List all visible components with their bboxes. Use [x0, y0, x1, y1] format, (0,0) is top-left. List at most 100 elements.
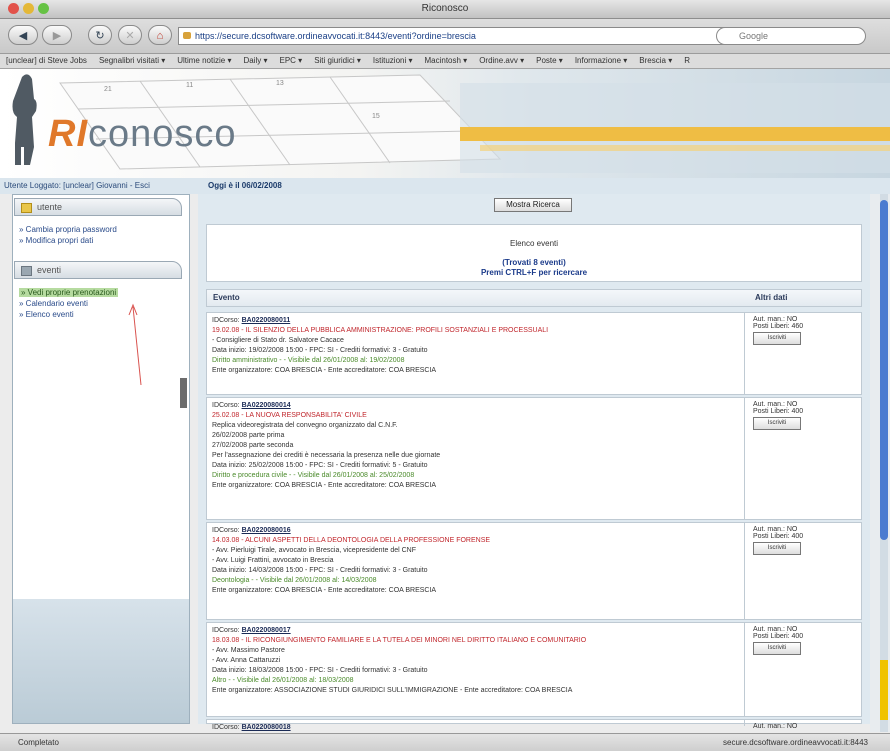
- event-detail-line: - Consigliere di Stato dr. Salvatore Cac…: [212, 337, 344, 344]
- forward-button[interactable]: ▶: [42, 25, 72, 45]
- bookmark-item[interactable]: Macintosh ▾: [418, 54, 473, 68]
- events-table-header: Evento Altri dati: [206, 289, 862, 307]
- column-header-other: Altri dati: [755, 293, 788, 302]
- column-header-event: Evento: [213, 293, 240, 302]
- event-organizer-line: Ente organizzatore: COA BRESCIA - Ente a…: [212, 482, 437, 489]
- bookmark-item[interactable]: Siti giuridici ▾: [308, 54, 367, 68]
- status-bar: Completato secure.dcsoftware.ordineavvoc…: [0, 733, 890, 751]
- bookmark-item[interactable]: EPC ▾: [274, 54, 309, 68]
- event-other-data-line: Aut. man.: NO: [753, 526, 798, 533]
- stop-button[interactable]: ✕: [118, 25, 142, 45]
- reload-icon: ↻: [95, 30, 105, 42]
- event-detail-cell: IDCorso: BA0220080018: [207, 720, 745, 731]
- event-id-label: IDCorso:: [212, 317, 240, 324]
- event-other-data-cell: Aut. man.: NO Posti Liberi: 400 Iscriviti: [747, 523, 861, 619]
- info-hint: Premi CTRL+F per ricercare: [480, 268, 588, 277]
- event-other-data-line: Aut. man.: NO: [753, 316, 798, 323]
- event-other-data-cell: Aut. man.: NO Posti Liberi: 400 Iscriviti: [747, 398, 861, 519]
- event-detail-cell: IDCorso: BA0220080011 19.02.08 - IL SILEN…: [207, 313, 745, 394]
- bookmark-item[interactable]: Segnalibri visitati ▾: [93, 54, 171, 68]
- event-id-link[interactable]: BA0220080011: [242, 317, 291, 324]
- event-detail-line: Replica videoregistrata del convegno org…: [212, 422, 398, 429]
- info-title: Elenco eventi: [509, 239, 559, 248]
- event-other-data-cell: Aut. man.: NO: [747, 720, 861, 730]
- event-id-link[interactable]: BA0220080016: [242, 527, 291, 534]
- event-subject-line: Diritto amministrativo - - Visibile dal …: [212, 357, 405, 364]
- address-bar[interactable]: https://secure.dcsoftware.ordineavvocati…: [178, 27, 738, 45]
- event-row: IDCorso: BA0220080018 Aut. man.: NO: [206, 719, 862, 731]
- event-row: IDCorso: BA0220080016 14.03.08 - ALCUNI A…: [206, 522, 862, 620]
- event-detail-line: - Avv. Anna Cattaruzzi: [212, 657, 281, 664]
- event-detail-line: Per l'assegnazione dei crediti è necessa…: [212, 452, 441, 459]
- event-other-data-line: Posti Liberi: 400: [753, 408, 804, 415]
- window-title: Riconosco: [421, 3, 469, 14]
- search-field[interactable]: Google: [716, 27, 866, 45]
- event-title: 18.03.08 - IL RICONGIUNGIMENTO FAMILIARE…: [212, 637, 587, 644]
- show-search-button[interactable]: Mostra Ricerca: [494, 198, 572, 212]
- event-other-data-line: Aut. man.: NO: [753, 401, 798, 408]
- site-banner: 21 11 13 15 RIconosco: [0, 69, 890, 178]
- sidebar-menu: utente » Cambia propria password » Modif…: [13, 195, 189, 599]
- bookmarks-bar: [unclear] di Steve Jobs Segnalibri visita…: [0, 54, 890, 69]
- subscribe-button[interactable]: Iscriviti: [753, 417, 801, 430]
- event-id-line: IDCorso: BA0220080016: [212, 526, 739, 536]
- event-organizer-line: Ente organizzatore: COA BRESCIA - Ente a…: [212, 367, 437, 374]
- back-button[interactable]: ◀: [8, 25, 38, 45]
- subscribe-button[interactable]: Iscriviti: [753, 332, 801, 345]
- reload-button[interactable]: ↻: [88, 25, 112, 45]
- event-detail-line: Data inizio: 14/03/2008 15:00 - FPC: SI …: [212, 567, 428, 574]
- event-id-label: IDCorso:: [212, 627, 240, 634]
- scrollbar-marker: [880, 660, 888, 720]
- bookmark-item[interactable]: Informazione ▾: [569, 54, 633, 68]
- page-scrollbar-thumb[interactable]: [880, 200, 888, 540]
- event-row: IDCorso: BA0220080017 18.03.08 - IL RICON…: [206, 622, 862, 717]
- subscribe-button[interactable]: Iscriviti: [753, 642, 801, 655]
- back-arrow-icon: ◀: [18, 30, 28, 42]
- event-other-data-line: Aut. man.: NO: [753, 723, 798, 730]
- event-other-data-line: Aut. man.: NO: [753, 626, 798, 633]
- sidebar-footer: [13, 599, 189, 723]
- event-id-link[interactable]: BA0220080018: [242, 724, 291, 731]
- event-other-data-cell: Aut. man.: NO Posti Liberi: 460 Iscriviti: [747, 313, 861, 394]
- event-detail-cell: IDCorso: BA0220080016 14.03.08 - ALCUNI A…: [207, 523, 745, 619]
- logged-user-text[interactable]: Utente Loggato: [unclear] Giovanni - Esc…: [4, 178, 150, 194]
- event-id-link[interactable]: BA0220080014: [242, 402, 291, 409]
- bookmark-item[interactable]: Brescia ▾: [633, 54, 678, 68]
- event-subject-line: Diritto e procedura civile - - Visibile …: [212, 472, 415, 479]
- subscribe-button[interactable]: Iscriviti: [753, 542, 801, 555]
- event-title: 25.02.08 - LA NUOVA RESPONSABILITA' CIVI…: [212, 412, 367, 419]
- event-detail-line: 27/02/2008 parte seconda: [212, 442, 294, 449]
- frame-resize-handle[interactable]: [180, 378, 187, 408]
- title-bar: Riconosco: [0, 0, 890, 19]
- bookmark-item[interactable]: [unclear] di Steve Jobs: [0, 54, 93, 68]
- annotation-arrow: [128, 303, 142, 386]
- event-other-data-cell: Aut. man.: NO Posti Liberi: 400 Iscriviti: [747, 623, 861, 716]
- riconosco-logo: RIconosco: [48, 113, 237, 155]
- bookmark-item[interactable]: Istituzioni ▾: [367, 54, 419, 68]
- event-title: 19.02.08 - IL SILENZIO DELLA PUBBLICA AM…: [212, 327, 549, 334]
- home-button[interactable]: ⌂: [148, 25, 172, 45]
- address-bar-url: https://secure.dcsoftware.ordineavvocati…: [195, 31, 476, 41]
- event-detail-cell: IDCorso: BA0220080017 18.03.08 - IL RICON…: [207, 623, 745, 716]
- event-id-line: IDCorso: BA0220080017: [212, 626, 739, 636]
- event-detail-line: Data inizio: 18/03/2008 15:00 - FPC: SI …: [212, 667, 428, 674]
- event-id-link[interactable]: BA0220080017: [242, 627, 291, 634]
- event-row: IDCorso: BA0220080011 19.02.08 - IL SILEN…: [206, 312, 862, 395]
- bookmark-item[interactable]: R: [678, 54, 696, 68]
- event-detail-cell: IDCorso: BA0220080014 25.02.08 - LA NUOVA…: [207, 398, 745, 519]
- event-id-line: IDCorso: BA0220080018: [212, 723, 739, 733]
- bookmark-item[interactable]: Poste ▾: [530, 54, 569, 68]
- bookmark-item[interactable]: Ultime notizie ▾: [171, 54, 237, 68]
- bookmark-item[interactable]: Ordine.avv ▾: [473, 54, 530, 68]
- browser-window: Riconosco ◀ ▶ ↻ ✕ ⌂ https://secure.dcsof…: [0, 0, 890, 751]
- event-title: 14.03.08 - ALCUNI ASPETTI DELLA DEONTOLO…: [212, 537, 491, 544]
- event-other-data-line: Posti Liberi: 400: [753, 633, 804, 640]
- bookmark-item[interactable]: Daily ▾: [237, 54, 273, 68]
- event-detail-line: - Avv. Pierluigi Tirale, avvocato in Bre…: [212, 547, 416, 554]
- event-id-label: IDCorso:: [212, 402, 240, 409]
- forward-arrow-icon: ▶: [52, 30, 62, 42]
- search-placeholder: Google: [739, 31, 769, 41]
- sidebar: utente » Cambia propria password » Modif…: [12, 194, 190, 724]
- today-date: Oggi è il 06/02/2008: [208, 181, 282, 190]
- lock-icon: [183, 32, 191, 39]
